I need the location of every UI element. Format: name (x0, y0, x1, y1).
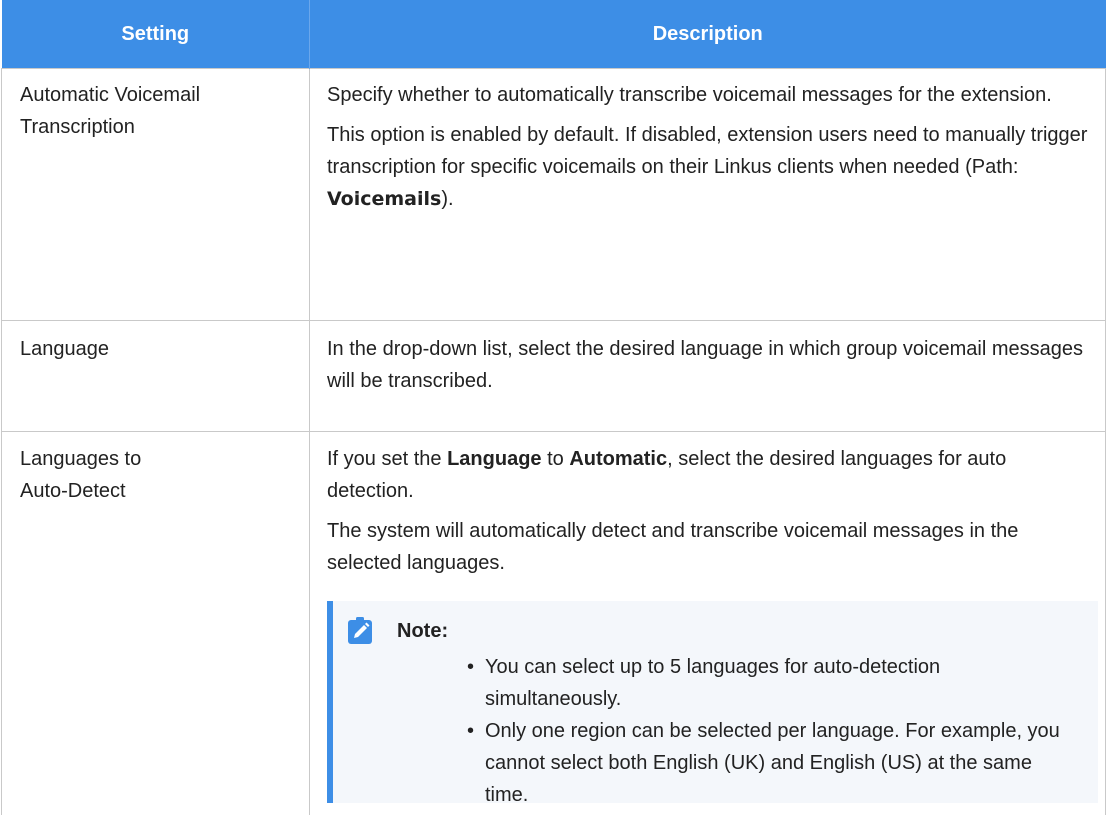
pencil-note-icon (347, 617, 375, 645)
setting-name: Automatic Voicemail Transcription (1, 68, 310, 321)
note-header: Note: (347, 615, 1078, 647)
description-paragraph: In the drop-down list, select the desire… (327, 338, 1083, 392)
bullet: • (467, 656, 475, 678)
list-item-text: Only one region can be selected per lang… (485, 720, 1060, 806)
description-paragraph: This option is enabled by default. If di… (327, 119, 1088, 215)
setting-name: Language (1, 320, 310, 432)
description-paragraph: Specify whether to automatically transcr… (327, 84, 1052, 106)
settings-table: Setting Description Automatic Voicemail … (1, 0, 1106, 815)
header-setting: Setting (1, 0, 310, 69)
description-paragraph: The system will automatically detect and… (327, 520, 1019, 574)
bold-language: Language (447, 448, 542, 470)
text-span: ). (441, 188, 454, 210)
table-row: Automatic Voicemail Transcription Specif… (1, 68, 1106, 321)
setting-description: In the drop-down list, select the desire… (309, 320, 1106, 432)
note-title: Note: (397, 620, 449, 642)
note-box: Note: • You can select up to 5 languages … (327, 601, 1098, 806)
header-description: Description (309, 0, 1106, 69)
note-list: • You can select up to 5 languages for au… (347, 651, 1078, 811)
table-row: Languages to Auto-Detect If you set the … (1, 431, 1106, 815)
text-span: This option is enabled by default. If di… (327, 124, 1088, 178)
table-header-row: Setting Description (1, 0, 1106, 69)
table-row: Language In the drop-down list, select t… (1, 320, 1106, 432)
list-item-text: You can select up to 5 languages for aut… (485, 656, 941, 710)
description-paragraph: If you set the Language to Automatic, se… (327, 443, 1088, 507)
setting-name: Languages to Auto-Detect (1, 431, 310, 815)
list-item: • You can select up to 5 languages for au… (467, 651, 1078, 715)
text-span: to (541, 448, 570, 470)
setting-description: Specify whether to automatically transcr… (309, 68, 1106, 321)
setting-name-text: Languages to Auto-Detect (20, 448, 142, 502)
bullet: • (467, 720, 475, 742)
text-span: If you set the (327, 448, 448, 470)
list-item: • Only one region can be selected per lan… (467, 715, 1078, 811)
menu-path-voicemails: Voicemails (327, 188, 442, 210)
setting-description: If you set the Language to Automatic, se… (309, 431, 1106, 815)
bold-automatic: Automatic (569, 448, 668, 470)
